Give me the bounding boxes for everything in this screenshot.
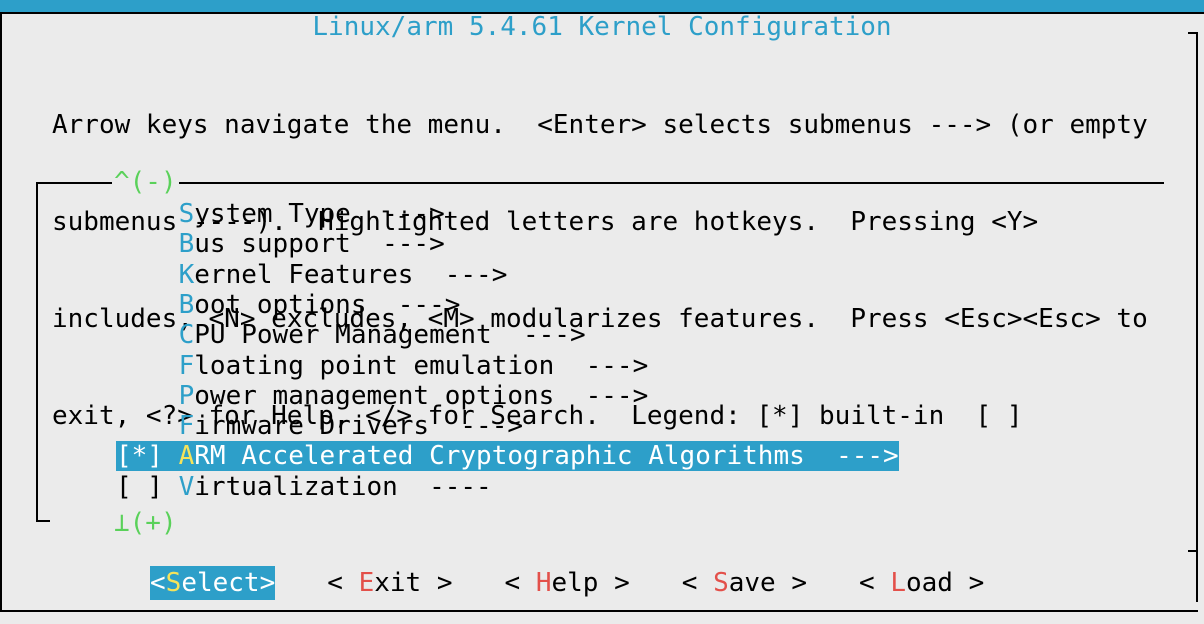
- button-bracket-right: >: [775, 568, 807, 598]
- help-line: Arrow keys navigate the menu. <Enter> se…: [52, 109, 1148, 140]
- button-label: oad: [905, 568, 953, 598]
- menu-item-label: ystem Type --->: [194, 199, 445, 229]
- menu-item-prefix: [116, 260, 179, 290]
- menu-item-prefix: [116, 381, 179, 411]
- menu-item-hotkey: C: [178, 320, 195, 351]
- scroll-up-indicator: ^(-): [112, 167, 179, 197]
- menu-item-label: us support --->: [194, 229, 445, 260]
- select-button[interactable]: <Select>: [150, 566, 276, 600]
- help-button[interactable]: < Help >: [505, 566, 630, 600]
- button-bracket-right: >: [421, 568, 453, 598]
- dialog-frame-top: [0, 12, 1204, 14]
- scroll-down-indicator: ⊥(+): [112, 508, 179, 538]
- menu-item-prefix: [*]: [116, 441, 179, 472]
- button-bracket-left: <: [859, 568, 891, 598]
- menu-item-hotkey: B: [178, 289, 195, 320]
- save-button[interactable]: < Save >: [682, 566, 807, 600]
- dialog-title: Linux/arm 5.4.61 Kernel Configuration: [312, 12, 892, 42]
- button-label: elect: [181, 568, 260, 598]
- menu-item-prefix: [116, 411, 179, 441]
- button-label: ave: [728, 568, 776, 598]
- menu-item-label: irmware Drivers --->: [194, 411, 524, 442]
- menu-item[interactable]: [*] ARM Accelerated Cryptographic Algori…: [116, 440, 899, 472]
- button-bracket-right: >: [598, 568, 630, 598]
- button-label: elp: [551, 568, 599, 598]
- button-hotkey: S: [713, 568, 729, 598]
- button-bracket-right: >: [259, 568, 276, 598]
- menu-item[interactable]: [ ] Virtualization ----: [116, 471, 492, 503]
- menu-item[interactable]: Kernel Features --->: [116, 259, 508, 291]
- menu-item[interactable]: Power management options --->: [116, 380, 649, 412]
- button-bracket-left: <: [150, 568, 166, 598]
- button-hotkey: S: [165, 568, 182, 598]
- menu-item-prefix: [116, 229, 179, 259]
- menu-item[interactable]: Boot options --->: [116, 289, 461, 321]
- menu-item[interactable]: System Type --->: [116, 198, 445, 230]
- menu-box-top: [36, 182, 1164, 184]
- menu-item-label: RM Accelerated Cryptographic Algorithms …: [194, 441, 899, 472]
- menu-item[interactable]: CPU Power Management --->: [116, 319, 586, 351]
- menu-box-left: [36, 182, 38, 522]
- menu-item-prefix: [116, 320, 179, 350]
- menu-item-label: ernel Features --->: [194, 259, 508, 290]
- menu-item-prefix: [116, 290, 179, 320]
- button-bracket-left: <: [327, 568, 359, 598]
- exit-button[interactable]: < Exit >: [327, 566, 452, 600]
- load-button[interactable]: < Load >: [859, 566, 984, 600]
- button-label: xit: [374, 568, 422, 598]
- menu-item-selected-highlight: [*] ARM Accelerated Cryptographic Algori…: [116, 441, 899, 472]
- menu-item-hotkey: F: [178, 411, 195, 442]
- dialog-frame-bottom: [0, 610, 1198, 612]
- button-bracket-right: >: [952, 568, 985, 598]
- dialog-frame-left: [0, 12, 2, 612]
- button-hotkey: H: [535, 568, 552, 598]
- menu-item-label: irtualization ----: [194, 471, 492, 502]
- menu-item[interactable]: Firmware Drivers --->: [116, 410, 523, 442]
- button-bracket-left: <: [681, 568, 714, 598]
- button-area-separator: [1188, 550, 1198, 552]
- button-bar: <Select> < Exit > < Help > < Save > < Load >: [150, 566, 1036, 600]
- menu-item-prefix: [ ]: [116, 471, 179, 502]
- menu-box-bottom-left: [36, 520, 50, 522]
- menu-item-hotkey: K: [178, 259, 195, 290]
- menu-item-label: ower management options --->: [194, 380, 649, 411]
- menu-item-prefix: [116, 351, 179, 381]
- menu-item-hotkey: V: [178, 471, 195, 502]
- menu-item-hotkey: A: [178, 441, 195, 472]
- menu-item-label: PU Power Management --->: [194, 320, 586, 351]
- menu-item[interactable]: Floating point emulation --->: [116, 350, 649, 382]
- dialog-frame-right: [1196, 32, 1198, 602]
- menu-item-prefix: [116, 199, 179, 229]
- menu-item-label: oot options --->: [194, 289, 461, 320]
- menu-item-hotkey: B: [178, 229, 195, 260]
- button-hotkey: L: [890, 568, 906, 598]
- button-hotkey: E: [358, 568, 375, 598]
- menu-item[interactable]: Bus support --->: [116, 228, 445, 260]
- button-bracket-left: <: [504, 568, 536, 598]
- menu-item-label: loating point emulation --->: [194, 350, 649, 381]
- menu-item-hotkey: S: [178, 199, 195, 229]
- menu-item-hotkey: P: [178, 380, 195, 411]
- dialog-frame-right-tick: [1188, 32, 1198, 34]
- menu-item-hotkey: F: [178, 350, 195, 381]
